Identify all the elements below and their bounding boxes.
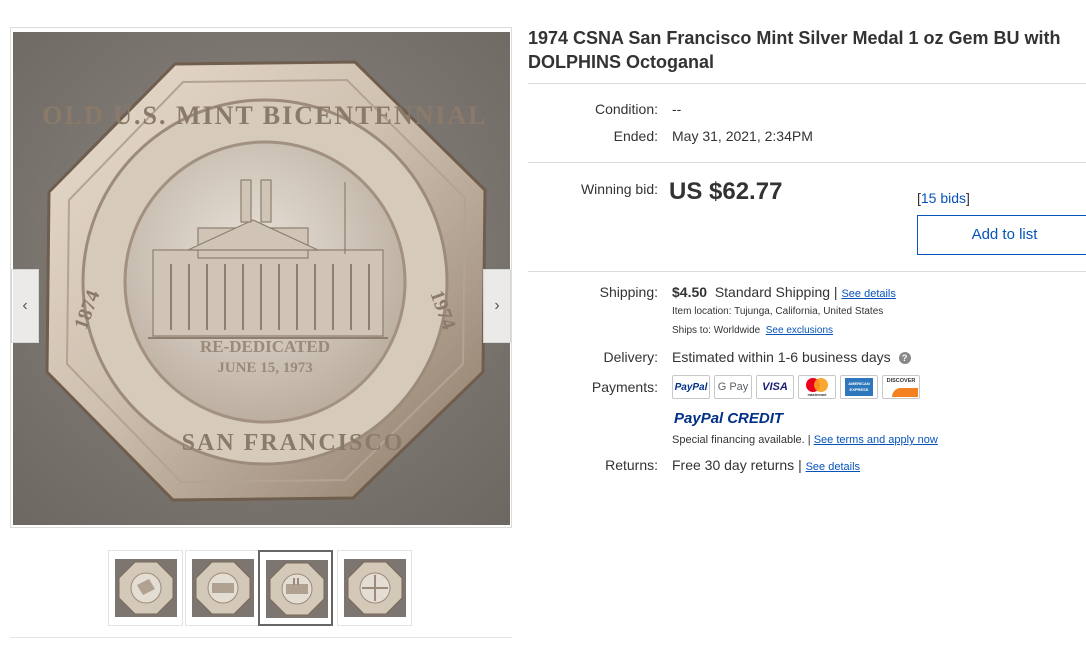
item-location-line: Item location: Tujunga, California, Unit…	[672, 306, 883, 317]
bid-history-link[interactable]: 15 bids	[921, 190, 966, 206]
shipping-details-link[interactable]: See details	[841, 288, 895, 300]
delivery-value: Estimated within 1-6 business days	[672, 349, 891, 365]
help-icon[interactable]: ?	[898, 352, 911, 364]
returns-label: Returns:	[605, 457, 658, 473]
returns-value: Free 30 day returns	[672, 457, 795, 473]
thumbnail-1[interactable]	[108, 550, 183, 626]
discover-logo-icon: DISCOVER	[882, 375, 920, 399]
amex-logo-icon: AMERICAN EXPRESS	[840, 375, 878, 399]
paypal-credit-logo: PayPal CREDIT	[674, 410, 783, 427]
item-location-value: Tujunga, California, United States	[734, 306, 884, 317]
paypal-logo-icon: PayPal	[672, 375, 710, 399]
google-pay-logo-icon: G Pay	[714, 375, 752, 399]
returns-separator: |	[798, 457, 802, 473]
coin-photo: OLD U.S. MINT BICENTENNIAL 1874 1974 SAN…	[13, 32, 510, 525]
shipping-separator: |	[833, 284, 838, 300]
gallery-divider	[10, 637, 512, 638]
mastercard-circles-icon: mastercard	[806, 378, 828, 397]
winning-bid-label: Winning bid:	[580, 181, 658, 197]
divider	[528, 271, 1086, 272]
divider	[528, 162, 1086, 163]
amex-wordmark: AMERICAN EXPRESS	[845, 378, 873, 396]
shipping-method: Standard Shipping	[714, 284, 831, 300]
bids-bracket-close: ]	[966, 190, 970, 206]
thumbnail-coin-image	[115, 559, 177, 617]
mastercard-wordmark: mastercard	[808, 393, 827, 397]
mastercard-logo-icon: mastercard	[798, 375, 836, 399]
coin-text-top: OLD U.S. MINT BICENTENNIAL	[42, 101, 487, 130]
thumbnail-2[interactable]	[185, 550, 260, 626]
see-terms-link[interactable]: See terms and apply now	[814, 434, 938, 446]
payments-label: Payments:	[591, 379, 658, 395]
coin-text-bottom: SAN FRANCISCO	[182, 430, 405, 456]
condition-value: --	[672, 101, 682, 117]
winning-bid-price: US $62.77	[669, 178, 783, 205]
returns-details-link[interactable]: See details	[806, 461, 860, 473]
shipping-line: $4.50 Standard Shipping | See details	[672, 284, 896, 300]
shipping-cost: $4.50	[672, 284, 708, 300]
ships-to-label: Ships to:	[672, 325, 711, 336]
returns-line: Free 30 day returns | See details	[672, 457, 860, 473]
ended-value: May 31, 2021, 2:34PM	[672, 128, 813, 144]
divider	[528, 83, 1086, 84]
thumbnail-coin-image	[344, 559, 406, 617]
next-image-button[interactable]: ›	[483, 269, 511, 343]
ended-label: Ended:	[613, 128, 658, 144]
thumbnail-3[interactable]	[258, 550, 333, 626]
ships-to-line: Ships to: Worldwide See exclusions	[672, 325, 833, 336]
discover-wordmark: DISCOVER	[886, 378, 916, 384]
shipping-label: Shipping:	[599, 284, 658, 300]
ships-to-value: Worldwide	[713, 325, 761, 336]
main-product-image[interactable]: OLD U.S. MINT BICENTENNIAL 1874 1974 SAN…	[10, 27, 512, 528]
coin-center-line1: RE-DEDICATED	[200, 337, 330, 356]
delivery-label: Delivery:	[603, 349, 658, 365]
discover-badge: DISCOVER	[884, 377, 918, 397]
paypal-credit-word-b: CREDIT	[727, 410, 784, 427]
previous-image-button[interactable]: ‹	[11, 269, 39, 343]
item-title: 1974 CSNA San Francisco Mint Silver Meda…	[528, 28, 1061, 72]
see-exclusions-link[interactable]: See exclusions	[766, 325, 833, 336]
financing-line: Special financing available. | See terms…	[672, 434, 938, 446]
coin-center-line2: JUNE 15, 1973	[217, 360, 312, 376]
add-to-list-button[interactable]: Add to list	[917, 215, 1086, 255]
item-location-label: Item location:	[672, 306, 732, 317]
financing-text: Special financing available.	[672, 434, 805, 446]
paypal-credit-word-a: PayPal	[674, 410, 724, 427]
condition-label: Condition:	[594, 101, 658, 117]
thumbnail-coin-image	[192, 559, 254, 617]
bid-count: [15 bids]	[917, 190, 970, 206]
financing-separator: |	[807, 434, 811, 446]
delivery-line: Estimated within 1-6 business days ?	[672, 349, 911, 365]
thumbnail-4[interactable]	[337, 550, 412, 626]
thumbnail-coin-image	[266, 560, 328, 618]
visa-logo-icon: VISA	[756, 375, 794, 399]
discover-stripe	[892, 388, 918, 397]
